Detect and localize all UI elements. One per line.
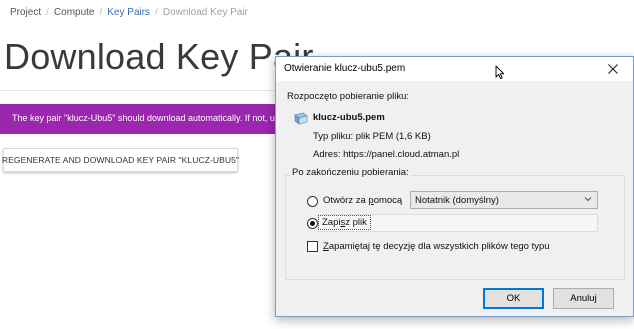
save-file-label[interactable]: Zapisz plik: [318, 215, 371, 230]
regenerate-download-button[interactable]: REGENERATE AND DOWNLOAD KEY PAIR "KLUCZ-…: [1, 148, 240, 172]
file-icon: [294, 112, 308, 125]
open-with-radio[interactable]: [307, 196, 318, 207]
ok-label: OK: [506, 293, 521, 304]
dialog-body: Rozpoczęto pobieranie pliku: klucz-ubu5.…: [276, 81, 633, 281]
remember-label[interactable]: Zapamiętaj tę decyzję dla wszystkich pli…: [323, 241, 550, 252]
breadcrumb-separator: /: [155, 6, 158, 18]
after-download-legend: Po zakończeniu pobierania:: [290, 167, 411, 178]
download-dialog: Otwieranie klucz-ubu5.pem Rozpoczęto pob…: [275, 56, 634, 317]
cancel-label: Anuluj: [570, 293, 597, 304]
open-with-label[interactable]: Otwórz za pomocą: [323, 195, 402, 206]
close-icon[interactable]: [605, 61, 621, 77]
regenerate-download-label: REGENERATE AND DOWNLOAD KEY PAIR "KLUCZ-…: [1, 155, 240, 165]
dialog-titlebar[interactable]: Otwieranie klucz-ubu5.pem: [276, 57, 633, 81]
chevron-down-icon: [584, 195, 592, 206]
page-title: Download Key Pair: [4, 36, 314, 77]
open-with-app: Notatnik (domyślny): [415, 195, 499, 206]
download-intro: Rozpoczęto pobieranie pliku:: [287, 91, 409, 102]
alert-text: The key pair "klucz-Ubu5" should downloa…: [12, 113, 290, 123]
dialog-title: Otwieranie klucz-ubu5.pem: [284, 63, 406, 74]
open-with-select[interactable]: Notatnik (domyślny): [410, 191, 598, 209]
breadcrumb-key-pairs[interactable]: Key Pairs: [107, 7, 150, 18]
breadcrumb: Project / Compute / Key Pairs / Download…: [10, 5, 248, 19]
breadcrumb-compute[interactable]: Compute: [54, 7, 95, 18]
ok-button[interactable]: OK: [483, 288, 544, 309]
remember-checkbox[interactable]: [307, 241, 318, 252]
file-name: klucz-ubu5.pem: [313, 112, 385, 123]
breadcrumb-separator: /: [46, 6, 49, 18]
title-divider: [0, 90, 300, 91]
mouse-cursor-icon: [495, 65, 505, 79]
file-address: Adres: https://panel.cloud.atman.pl: [313, 149, 460, 160]
save-file-radio[interactable]: [307, 218, 318, 229]
breadcrumb-current: Download Key Pair: [162, 6, 248, 18]
file-type: Typ pliku: plik PEM (1,6 KB): [313, 131, 431, 142]
breadcrumb-separator: /: [99, 6, 103, 18]
cancel-button[interactable]: Anuluj: [553, 288, 614, 309]
breadcrumb-project[interactable]: Project: [10, 7, 41, 18]
